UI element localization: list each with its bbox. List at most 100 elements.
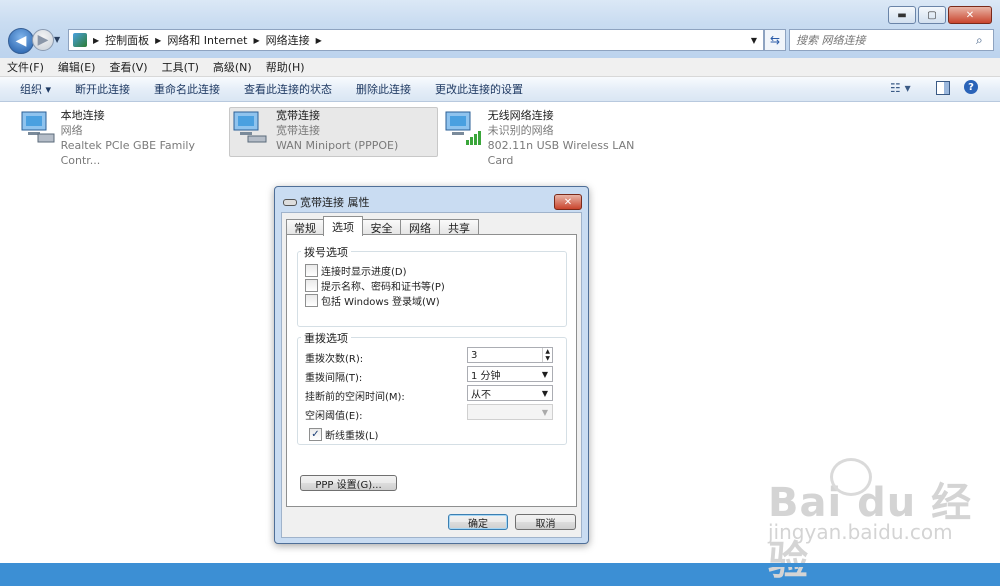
connection-status: 宽带连接 bbox=[276, 124, 320, 137]
checkbox[interactable] bbox=[305, 294, 318, 307]
connection-device: Realtek PCIe GBE Family Contr... bbox=[60, 139, 195, 167]
breadcrumb-network-internet[interactable]: 网络和 Internet bbox=[167, 32, 247, 48]
broadband-network-icon bbox=[233, 111, 267, 143]
search-input[interactable] bbox=[790, 32, 976, 48]
properties-dialog: 宽带连接 属性 ✕ 常规 选项 安全 网络 共享 拨号选项 连接时显示进度(D)… bbox=[274, 186, 589, 544]
menu-help[interactable]: 帮助(H) bbox=[259, 59, 312, 75]
breadcrumb-control-panel[interactable]: 控制面板 bbox=[105, 32, 149, 48]
breadcrumb-separator-icon: ▶ bbox=[155, 35, 162, 45]
disconnect-button[interactable]: 断开此连接 bbox=[63, 81, 142, 97]
checkbox[interactable] bbox=[305, 264, 318, 277]
menu-file[interactable]: 文件(F) bbox=[0, 59, 51, 75]
spinner-arrows-icon[interactable]: ▲ ▼ bbox=[542, 348, 552, 362]
dropdown-arrow-icon: ▼ bbox=[541, 388, 549, 398]
redial-options-title: 重拨选项 bbox=[301, 330, 351, 346]
connection-status: 网络 bbox=[60, 124, 83, 137]
back-arrow-icon: ◀ bbox=[15, 33, 27, 49]
connection-name: 本地连接 bbox=[60, 109, 105, 122]
cancel-button[interactable]: 取消 bbox=[515, 514, 576, 530]
breadcrumb-network-connections[interactable]: 网络连接 bbox=[266, 32, 310, 48]
menu-view[interactable]: 查看(V) bbox=[102, 59, 154, 75]
idle-hangup-value: 从不 bbox=[471, 389, 491, 401]
idle-hangup-select[interactable]: 从不 ▼ bbox=[467, 385, 553, 401]
breadcrumb-separator-icon: ▶ bbox=[315, 35, 322, 45]
options-tab-panel: 拨号选项 连接时显示进度(D) 提示名称、密码和证书等(P) 包括 Window… bbox=[286, 234, 577, 507]
dropdown-arrow-icon: ▼ bbox=[541, 369, 549, 379]
rename-button[interactable]: 重命名此连接 bbox=[142, 81, 232, 97]
redial-interval-select[interactable]: 1 分钟 ▼ bbox=[467, 366, 553, 382]
caption-buttons: ▬ ▢ ✕ bbox=[886, 6, 992, 26]
connection-name: 宽带连接 bbox=[276, 109, 320, 122]
checkbox-label: 包括 Windows 登录域(W) bbox=[321, 297, 440, 308]
wired-network-icon bbox=[21, 111, 55, 143]
close-button[interactable]: ✕ bbox=[948, 6, 992, 24]
tab-general[interactable]: 常规 bbox=[286, 219, 324, 235]
redial-attempts-label: 重拨次数(R): bbox=[305, 354, 364, 365]
watermark-url: jingyan.baidu.com bbox=[768, 520, 953, 544]
recent-pages-dropdown[interactable]: ▼ bbox=[54, 35, 60, 44]
connection-wireless[interactable]: 无线网络连接 未识别的网络 802.11n USB Wireless LAN C… bbox=[442, 108, 662, 167]
connection-device: WAN Miniport (PPPOE) bbox=[276, 139, 399, 152]
tab-options[interactable]: 选项 bbox=[323, 216, 363, 236]
idle-threshold-label: 空闲阈值(E): bbox=[305, 411, 363, 422]
breadcrumb-separator-icon: ▶ bbox=[253, 35, 260, 45]
maximize-button[interactable]: ▢ bbox=[918, 6, 946, 24]
connection-status: 未识别的网络 bbox=[487, 124, 554, 137]
back-button[interactable]: ◀ bbox=[8, 28, 34, 54]
search-icon[interactable]: ⌕ bbox=[976, 33, 983, 48]
dial-options-title: 拨号选项 bbox=[301, 244, 351, 260]
option-redial-on-drop[interactable]: ✓ 断线重拨(L) bbox=[309, 427, 378, 442]
connection-local[interactable]: 本地连接 网络 Realtek PCIe GBE Family Contr... bbox=[18, 108, 223, 167]
idle-hangup-label: 挂断前的空闲时间(M): bbox=[305, 392, 405, 403]
delete-button[interactable]: 删除此连接 bbox=[344, 81, 423, 97]
menu-advanced[interactable]: 高级(N) bbox=[206, 59, 259, 75]
redial-attempts-value: 3 bbox=[471, 349, 478, 361]
search-box[interactable]: ⌕ bbox=[789, 29, 994, 51]
refresh-icon: ⇆ bbox=[769, 33, 781, 47]
option-show-progress[interactable]: 连接时显示进度(D) bbox=[305, 263, 407, 278]
checkbox[interactable] bbox=[305, 279, 318, 292]
preview-pane-icon[interactable] bbox=[936, 81, 950, 95]
dialog-titlebar: 宽带连接 属性 bbox=[283, 194, 370, 210]
address-bar[interactable]: ▶ 控制面板 ▶ 网络和 Internet ▶ 网络连接 ▶ ▼ bbox=[68, 29, 764, 51]
paw-logo-icon bbox=[830, 458, 872, 496]
connection-device: 802.11n USB Wireless LAN Card bbox=[487, 139, 635, 167]
view-options-icon[interactable]: ☷ ▾ bbox=[890, 81, 911, 95]
forward-arrow-icon: ▶ bbox=[37, 32, 49, 48]
redial-attempts-spinner[interactable]: 3 ▲ ▼ bbox=[467, 347, 553, 363]
menu-tools[interactable]: 工具(T) bbox=[155, 59, 206, 75]
taskbar-edge bbox=[0, 563, 1000, 567]
menu-edit[interactable]: 编辑(E) bbox=[51, 59, 103, 75]
breadcrumb-separator-icon: ▶ bbox=[93, 35, 100, 45]
tab-security[interactable]: 安全 bbox=[362, 219, 401, 235]
tab-network[interactable]: 网络 bbox=[400, 219, 440, 235]
organize-button[interactable]: 组织 ▾ bbox=[0, 81, 63, 97]
idle-threshold-select[interactable]: ▼ bbox=[467, 404, 553, 420]
checkbox-label: 连接时显示进度(D) bbox=[321, 267, 407, 278]
checkbox-label: 断线重拨(L) bbox=[325, 431, 379, 442]
minimize-button[interactable]: ▬ bbox=[888, 6, 916, 24]
change-settings-button[interactable]: 更改此连接的设置 bbox=[423, 81, 535, 97]
connection-icon bbox=[283, 198, 297, 206]
forward-button[interactable]: ▶ bbox=[32, 29, 54, 51]
checkbox-checked[interactable]: ✓ bbox=[309, 428, 322, 441]
dialog-close-button[interactable]: ✕ bbox=[554, 194, 582, 210]
checkbox-label: 提示名称、密码和证书等(P) bbox=[321, 282, 445, 293]
help-icon[interactable]: ? bbox=[964, 80, 978, 94]
menu-bar: 文件(F) 编辑(E) 查看(V) 工具(T) 高级(N) 帮助(H) bbox=[0, 58, 1000, 77]
option-prompt-credentials[interactable]: 提示名称、密码和证书等(P) bbox=[305, 278, 445, 293]
refresh-button[interactable]: ⇆ bbox=[764, 29, 786, 51]
control-panel-icon bbox=[73, 33, 87, 47]
address-dropdown-icon[interactable]: ▼ bbox=[751, 36, 757, 45]
option-include-domain[interactable]: 包括 Windows 登录域(W) bbox=[305, 293, 440, 308]
dialog-title: 宽带连接 属性 bbox=[300, 196, 370, 209]
redial-interval-value: 1 分钟 bbox=[471, 370, 501, 382]
ok-button[interactable]: 确定 bbox=[448, 514, 508, 530]
redial-interval-label: 重拨间隔(T): bbox=[305, 373, 363, 384]
wireless-network-icon bbox=[445, 111, 481, 145]
dialog-body: 常规 选项 安全 网络 共享 拨号选项 连接时显示进度(D) 提示名称、密码和证… bbox=[281, 212, 582, 538]
connection-broadband[interactable]: 宽带连接 宽带连接 WAN Miniport (PPPOE) bbox=[229, 107, 438, 157]
ppp-settings-button[interactable]: PPP 设置(G)... bbox=[300, 475, 397, 491]
view-status-button[interactable]: 查看此连接的状态 bbox=[232, 81, 344, 97]
tab-sharing[interactable]: 共享 bbox=[439, 219, 479, 235]
